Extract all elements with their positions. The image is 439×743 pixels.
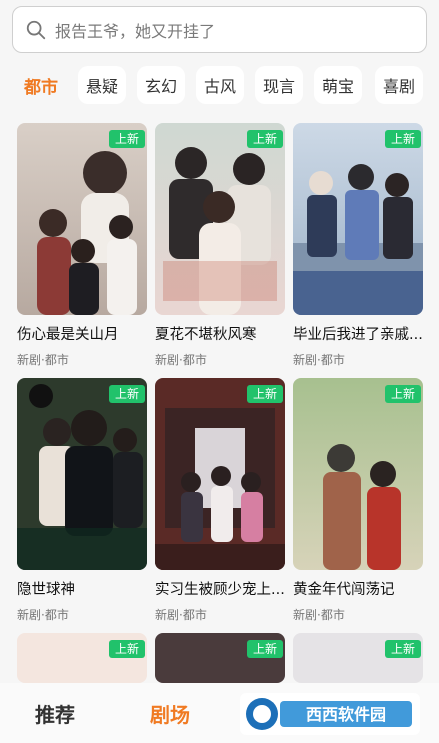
new-badge: 上新 — [384, 130, 421, 148]
drama-poster[interactable]: 上新 — [293, 123, 423, 315]
new-badge: 上新 — [108, 130, 145, 148]
drama-title: 伤心最是关山月 — [17, 327, 119, 343]
search-icon — [26, 20, 46, 39]
drama-card[interactable]: 上新 实习生被顾少宠上... 新剧·都市 — [155, 378, 285, 623]
category-chip-gufeng[interactable]: 古风 — [196, 66, 244, 104]
drama-card[interactable]: 上新 — [155, 633, 285, 683]
new-badge: 上新 — [246, 130, 283, 148]
drama-card[interactable]: 上新 — [17, 633, 147, 683]
category-chip-xianyan[interactable]: 现言 — [255, 66, 303, 104]
drama-card[interactable]: 上新 — [293, 633, 423, 683]
drama-poster[interactable]: 上新 — [155, 378, 285, 570]
search-placeholder: 报告王爷，她又开挂了 — [55, 21, 216, 41]
search-bar[interactable]: 报告王爷，她又开挂了 — [12, 6, 427, 53]
drama-title: 实习生被顾少宠上... — [155, 582, 285, 598]
drama-card[interactable]: 上新 黄金年代闯荡记 新剧·都市 — [293, 378, 423, 623]
drama-title: 毕业后我进了亲戚... — [293, 327, 423, 343]
drama-card[interactable]: 上新 毕业后我进了亲戚... 新剧·都市 — [293, 123, 423, 368]
drama-poster[interactable]: 上新 — [155, 123, 285, 315]
tab-theater[interactable]: 剧场 — [150, 683, 190, 743]
drama-tag: 新剧·都市 — [155, 608, 207, 622]
drama-card[interactable]: 上新 夏花不堪秋风寒 新剧·都市 — [155, 123, 285, 368]
drama-poster[interactable]: 上新 — [293, 378, 423, 570]
drama-poster[interactable]: 上新 — [293, 633, 423, 683]
new-badge: 上新 — [246, 640, 283, 658]
new-badge: 上新 — [384, 385, 421, 403]
new-badge: 上新 — [108, 640, 145, 658]
drama-tag: 新剧·都市 — [155, 353, 207, 367]
drama-title: 夏花不堪秋风寒 — [155, 327, 257, 343]
drama-title: 隐世球神 — [17, 582, 75, 598]
category-chip-xiju[interactable]: 喜剧 — [375, 66, 423, 104]
drama-card[interactable]: 上新 伤心最是关山月 新剧·都市 — [17, 123, 147, 368]
category-bar: 都市 悬疑 玄幻 古风 现言 萌宝 喜剧 — [0, 66, 439, 104]
drama-poster[interactable]: 上新 — [155, 633, 285, 683]
tab-recommend[interactable]: 推荐 — [35, 683, 75, 743]
drama-title: 黄金年代闯荡记 — [293, 582, 395, 598]
watermark-logo: 西西软件园 — [240, 693, 420, 735]
drama-poster[interactable]: 上新 — [17, 633, 147, 683]
category-chip-xuanyi[interactable]: 悬疑 — [78, 66, 126, 104]
drama-card[interactable]: 上新 隐世球神 新剧·都市 — [17, 378, 147, 623]
new-badge: 上新 — [108, 385, 145, 403]
svg-text:西西软件园: 西西软件园 — [306, 705, 386, 724]
new-badge: 上新 — [384, 640, 421, 658]
category-chip-xuanhuan[interactable]: 玄幻 — [137, 66, 185, 104]
drama-tag: 新剧·都市 — [17, 608, 69, 622]
drama-poster[interactable]: 上新 — [17, 123, 147, 315]
drama-poster[interactable]: 上新 — [17, 378, 147, 570]
category-chip-mengbao[interactable]: 萌宝 — [314, 66, 362, 104]
new-badge: 上新 — [246, 385, 283, 403]
drama-tag: 新剧·都市 — [293, 353, 345, 367]
drama-tag: 新剧·都市 — [293, 608, 345, 622]
category-chip-dushi[interactable]: 都市 — [14, 66, 68, 104]
drama-tag: 新剧·都市 — [17, 353, 69, 367]
